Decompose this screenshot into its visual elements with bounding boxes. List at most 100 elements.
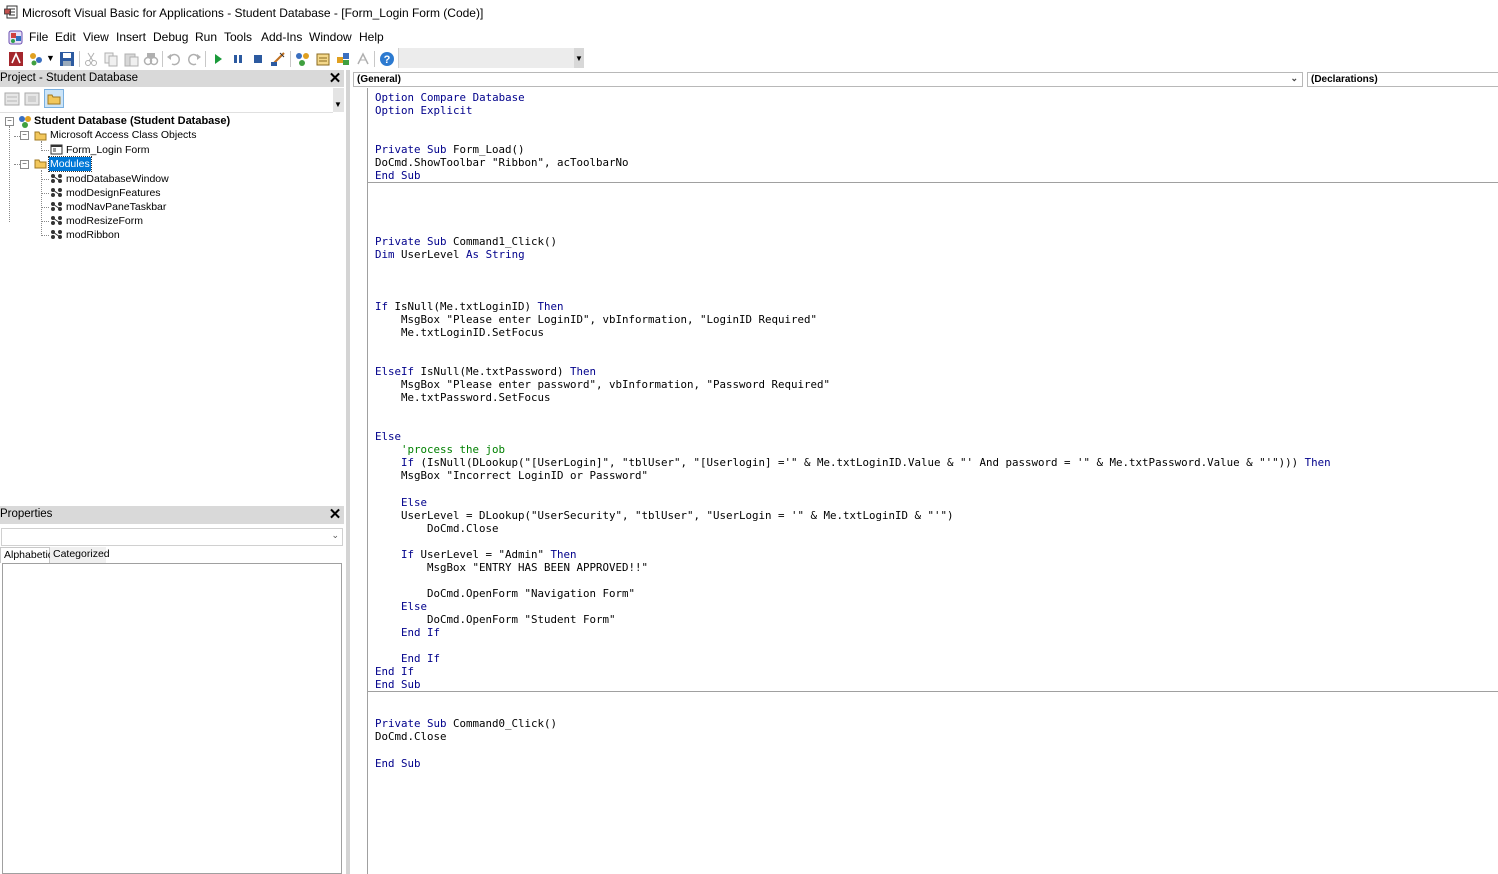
cut-icon[interactable]	[83, 51, 99, 67]
code-line[interactable]: MsgBox "ENTRY HAS BEEN APPROVED!!"	[375, 561, 648, 574]
code-line[interactable]: Option Explicit	[375, 104, 473, 117]
code-line[interactable]: Private Sub Command0_Click()	[375, 717, 557, 730]
code-line[interactable]: MsgBox "Please enter password", vbInform…	[375, 378, 830, 391]
chevron-down-icon[interactable]: ▼	[575, 54, 583, 63]
tree-line	[41, 235, 49, 236]
design-mode-icon[interactable]	[270, 51, 286, 67]
code-line[interactable]: DoCmd.Close	[375, 730, 447, 743]
code-line[interactable]: DoCmd.OpenForm "Student Form"	[375, 613, 616, 626]
code-line[interactable]: Else	[375, 496, 427, 509]
code-line[interactable]: DoCmd.ShowToolbar "Ribbon", acToolbarNo	[375, 156, 629, 169]
tree-module-item[interactable]: modResizeForm	[66, 215, 143, 227]
insert-module-icon[interactable]	[28, 51, 44, 67]
help-icon[interactable]: ?	[379, 51, 395, 67]
code-line[interactable]: Else	[375, 430, 401, 443]
toolbar-separator	[374, 51, 375, 67]
toolbar-separator	[79, 51, 80, 67]
code-line[interactable]: DoCmd.Close	[375, 522, 499, 535]
code-line[interactable]: MsgBox "Please enter LoginID", vbInforma…	[375, 313, 817, 326]
close-icon[interactable]: ✕	[327, 507, 343, 523]
tree-folder-class-objects[interactable]: Microsoft Access Class Objects	[50, 129, 196, 141]
copy-icon[interactable]	[103, 51, 119, 67]
tree-project-root[interactable]: Student Database (Student Database)	[34, 115, 230, 127]
object-dropdown[interactable]: (General) ⌄	[353, 72, 1303, 87]
menu-tools[interactable]: Tools	[224, 30, 252, 44]
menu-debug[interactable]: Debug	[153, 30, 188, 44]
menu-view[interactable]: View	[83, 30, 109, 44]
view-code-icon[interactable]	[4, 92, 20, 106]
undo-icon[interactable]	[166, 51, 182, 67]
chevron-down-icon[interactable]: ▼	[46, 53, 55, 63]
chevron-down-icon[interactable]: ⌄	[1290, 73, 1298, 84]
menu-help[interactable]: Help	[359, 30, 384, 44]
code-line[interactable]: Private Sub Command1_Click()	[375, 235, 557, 248]
code-line[interactable]: Private Sub Form_Load()	[375, 143, 525, 156]
code-line[interactable]: If IsNull(Me.txtLoginID) Then	[375, 300, 564, 313]
save-icon[interactable]	[59, 51, 75, 67]
code-line[interactable]: Me.txtPassword.SetFocus	[375, 391, 551, 404]
code-line[interactable]: If UserLevel = "Admin" Then	[375, 548, 577, 561]
code-line[interactable]: Option Compare Database	[375, 91, 525, 104]
project-icon	[19, 116, 31, 128]
code-line[interactable]: Else	[375, 600, 427, 613]
tree-collapse-toggle[interactable]: −	[20, 160, 29, 169]
tree-folder-modules[interactable]: Modules	[48, 156, 92, 172]
menu-run[interactable]: Run	[195, 30, 217, 44]
code-line[interactable]: End If	[375, 665, 414, 678]
menu-file[interactable]: File	[29, 30, 48, 44]
tree-collapse-toggle[interactable]: −	[5, 117, 14, 126]
break-icon[interactable]	[230, 51, 246, 67]
code-margin-indicator-bar[interactable]	[350, 88, 368, 874]
tree-module-item[interactable]: modDatabaseWindow	[66, 173, 169, 185]
view-object-icon[interactable]	[24, 92, 40, 106]
tree-collapse-toggle[interactable]: −	[20, 131, 29, 140]
tab-categorized[interactable]: Categorized	[50, 547, 110, 563]
code-line[interactable]: End If	[375, 652, 440, 665]
object-browser-icon[interactable]	[335, 51, 351, 67]
code-line[interactable]: UserLevel = DLookup("UserSecurity", "tbl…	[375, 509, 954, 522]
toolbar-overflow-grip[interactable]: ▼	[574, 48, 584, 68]
code-line[interactable]: End If	[375, 626, 440, 639]
tree-module-item[interactable]: modNavPaneTaskbar	[66, 201, 166, 213]
vba-app-icon	[4, 5, 18, 19]
menu-add-ins[interactable]: Add-Ins	[261, 30, 302, 44]
code-line[interactable]: Dim UserLevel As String	[375, 248, 525, 261]
redo-icon[interactable]	[186, 51, 202, 67]
code-line[interactable]: If (IsNull(DLookup("[UserLogin]", "tblUs…	[375, 456, 1331, 469]
menu-edit[interactable]: Edit	[55, 30, 76, 44]
project-explorer-icon[interactable]	[295, 51, 311, 67]
close-icon[interactable]: ✕	[327, 71, 343, 87]
code-line[interactable]: MsgBox "Incorrect LoginID or Password"	[375, 469, 648, 482]
toolbox-icon[interactable]	[355, 51, 371, 67]
tab-alphabetic[interactable]: Alphabetic	[0, 547, 53, 563]
paste-icon[interactable]	[123, 51, 139, 67]
run-icon[interactable]	[210, 51, 226, 67]
tree-line	[41, 221, 49, 222]
project-explorer-scrollbar[interactable]: ▼	[333, 88, 344, 112]
procedure-dropdown[interactable]: (Declarations)	[1307, 72, 1498, 87]
properties-window-icon[interactable]	[315, 51, 331, 67]
toggle-folders-button[interactable]	[44, 89, 64, 108]
menu-insert[interactable]: Insert	[116, 30, 146, 44]
tree-module-item[interactable]: modRibbon	[66, 229, 120, 241]
code-line[interactable]: End Sub	[375, 169, 421, 182]
chevron-down-icon[interactable]: ⌄	[331, 530, 339, 541]
code-line[interactable]: End Sub	[375, 757, 421, 770]
code-line[interactable]: Me.txtLoginID.SetFocus	[375, 326, 544, 339]
tree-module-item[interactable]: modDesignFeatures	[66, 187, 161, 199]
find-icon[interactable]	[143, 51, 159, 67]
vba-menu-icon[interactable]	[8, 30, 23, 45]
properties-grid[interactable]	[2, 563, 342, 874]
reset-icon[interactable]	[250, 51, 266, 67]
properties-object-select[interactable]: ⌄	[1, 528, 343, 546]
tree-item-form-login[interactable]: Form_Login Form	[66, 144, 149, 156]
svg-text:?: ?	[384, 54, 391, 66]
code-line[interactable]: End Sub	[375, 678, 421, 691]
code-line[interactable]: DoCmd.OpenForm "Navigation Form"	[375, 587, 635, 600]
code-line[interactable]: ElseIf IsNull(Me.txtPassword) Then	[375, 365, 596, 378]
code-editor[interactable]: Option Compare Database Option Explicit Pr…	[368, 88, 1498, 874]
code-line[interactable]: 'process the job	[375, 443, 505, 456]
view-access-icon[interactable]	[8, 51, 24, 67]
chevron-down-icon[interactable]: ▼	[334, 100, 342, 109]
menu-window[interactable]: Window	[309, 30, 352, 44]
